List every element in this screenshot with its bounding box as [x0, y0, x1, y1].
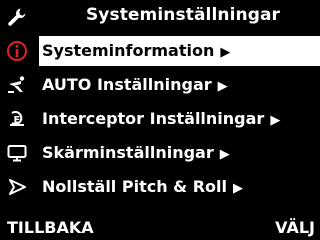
select-button[interactable]: VÄLJ	[275, 218, 315, 237]
interceptor-icon: E	[6, 108, 28, 130]
menu-item-label: AUTO Inställningar	[42, 75, 212, 94]
chevron-right-icon: ▶	[217, 79, 228, 94]
menu-item-interceptor-settings[interactable]: E Interceptor Inställningar ▶	[0, 103, 320, 135]
pitch-roll-icon	[6, 176, 28, 198]
back-button[interactable]: TILLBAKA	[7, 218, 94, 237]
monitor-icon	[6, 142, 28, 164]
page-title: Systeminställningar	[85, 5, 281, 25]
menu-item-label: Interceptor Inställningar	[42, 109, 265, 128]
menu-item-auto-settings[interactable]: AUTO Inställningar ▶	[0, 69, 320, 101]
chevron-right-icon: ▶	[270, 113, 281, 128]
info-icon	[6, 40, 28, 62]
chevron-right-icon: ▶	[219, 147, 230, 162]
chevron-right-icon: ▶	[220, 45, 231, 60]
auto-settings-icon	[6, 74, 28, 96]
menu-item-label: Nollställ Pitch & Roll	[42, 177, 227, 196]
chevron-right-icon: ▶	[232, 181, 243, 196]
menu-item-screen-settings[interactable]: Skärminställningar ▶	[0, 137, 320, 169]
menu-item-reset-pitch-roll[interactable]: Nollställ Pitch & Roll ▶	[0, 171, 320, 203]
wrench-icon	[6, 6, 28, 28]
softkey-bar: TILLBAKA VÄLJ	[0, 216, 320, 240]
header-bar: Systeminställningar	[0, 0, 320, 34]
menu-item-system-information[interactable]: Systeminformation ▶	[0, 35, 320, 67]
menu-item-label: Systeminformation	[42, 41, 215, 60]
menu-item-label: Skärminställningar	[42, 143, 214, 162]
